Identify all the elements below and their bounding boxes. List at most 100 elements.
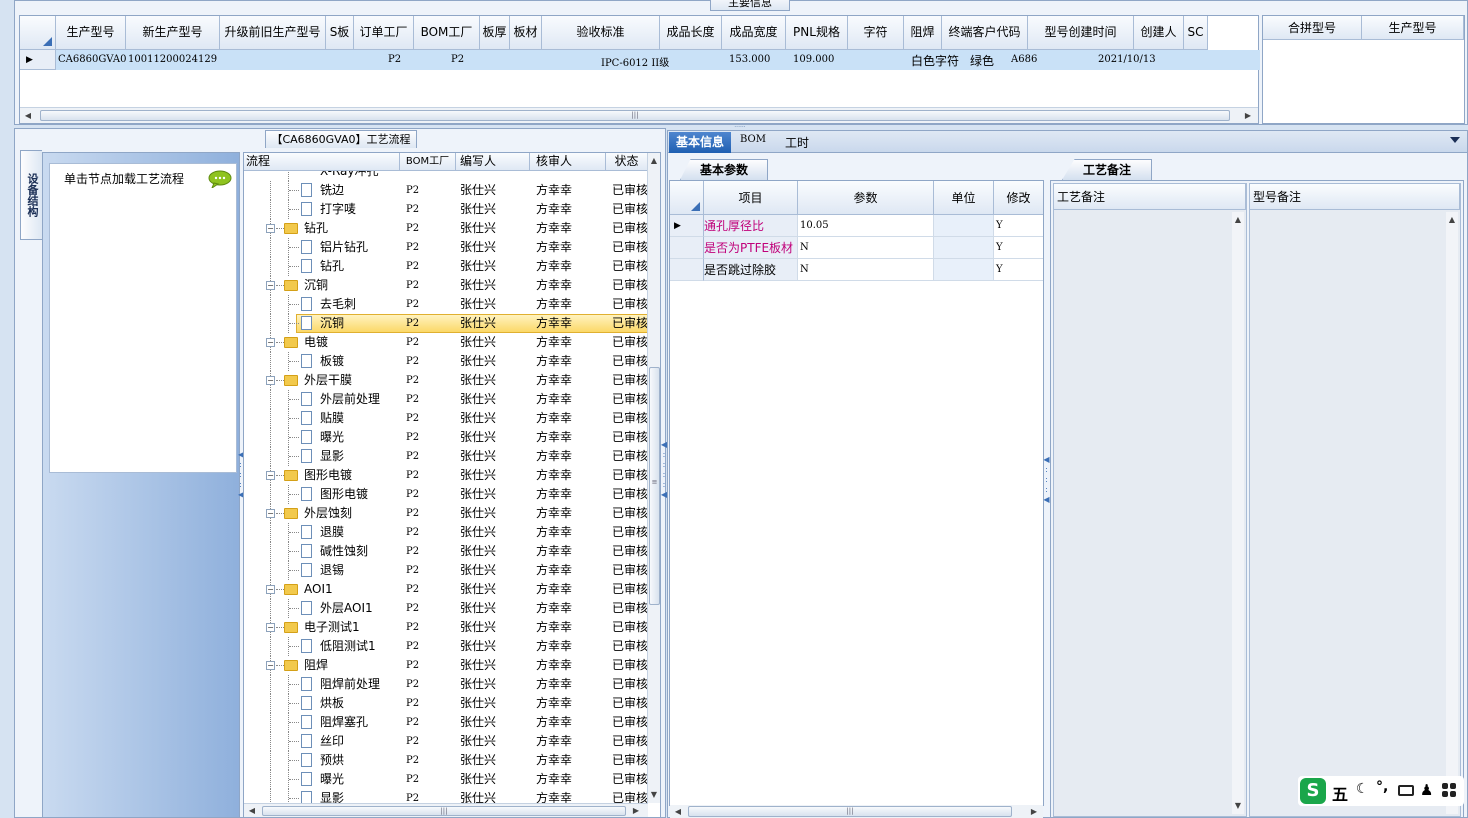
vtab-device-structure[interactable]: 设备结构: [20, 150, 42, 240]
tab-labor-hours[interactable]: 工时: [780, 134, 814, 151]
collapse-icon[interactable]: −: [266, 509, 275, 518]
scroll-thumb[interactable]: |||: [262, 806, 626, 816]
col-reviewer[interactable]: 核审人: [530, 153, 606, 171]
tree-row[interactable]: 沉铜 P2 张仕兴 方幸幸 已审核: [244, 314, 648, 333]
param-item[interactable]: 是否跳过除胶: [704, 259, 798, 281]
tree-row[interactable]: 退锡 P2 张仕兴 方幸幸 已审核: [244, 561, 648, 580]
param-unit[interactable]: [934, 259, 994, 281]
col-status[interactable]: 状态: [606, 153, 648, 171]
scroll-thumb[interactable]: ≡: [649, 367, 660, 605]
tree-row[interactable]: 板镀 P2 张仕兴 方幸幸 已审核: [244, 352, 648, 371]
scroll-right-icon[interactable]: ▶: [1242, 110, 1254, 122]
tree-row[interactable]: 曝光 P2 张仕兴 方幸幸 已审核: [244, 428, 648, 447]
ime-mode[interactable]: 五: [1332, 781, 1348, 805]
scroll-left-icon[interactable]: ◀: [672, 806, 684, 818]
user-icon[interactable]: ♟: [1420, 781, 1433, 799]
params-corner[interactable]: [670, 181, 704, 215]
tree-row[interactable]: 低阻测试1 P2 张仕兴 方幸幸 已审核: [244, 637, 648, 656]
param-unit[interactable]: [934, 215, 994, 237]
collapse-icon[interactable]: −: [266, 224, 275, 233]
param-edit[interactable]: Y: [994, 259, 1043, 281]
tree-row[interactable]: 去毛刺 P2 张仕兴 方幸幸 已审核: [244, 295, 648, 314]
tree-row[interactable]: 铝片钻孔 P2 张仕兴 方幸幸 已审核: [244, 238, 648, 257]
subtab-process-notes[interactable]: 工艺备注: [1062, 159, 1152, 180]
tree-row[interactable]: − 外层蚀刻 P2 张仕兴 方幸幸 已审核: [244, 504, 648, 523]
collapse-icon[interactable]: −: [266, 281, 275, 290]
tree-row[interactable]: 贴膜 P2 张仕兴 方幸幸 已审核: [244, 409, 648, 428]
scroll-up-icon[interactable]: ▲: [1232, 214, 1244, 226]
col-header[interactable]: 成品长度: [660, 16, 722, 50]
col-header[interactable]: 型号创建时间: [1028, 16, 1134, 50]
tree-row[interactable]: 外层前处理 P2 张仕兴 方幸幸 已审核: [244, 390, 648, 409]
tree-row[interactable]: 阻焊前处理 P2 张仕兴 方幸幸 已审核: [244, 675, 648, 694]
note-vscroll[interactable]: ▲ ▼: [1232, 212, 1244, 814]
col-header[interactable]: 订单工厂: [354, 16, 414, 50]
col-header[interactable]: BOM工厂: [414, 16, 480, 50]
horizontal-scrollbar[interactable]: ◀ ||| ▶: [20, 107, 1258, 123]
param-edit[interactable]: Y: [994, 215, 1043, 237]
col-header[interactable]: SC: [1184, 16, 1208, 50]
param-value[interactable]: N: [798, 259, 934, 281]
col-header[interactable]: S板: [326, 16, 354, 50]
col-header[interactable]: 新生产型号: [126, 16, 220, 50]
tree-row[interactable]: 阻焊塞孔 P2 张仕兴 方幸幸 已审核: [244, 713, 648, 732]
col-param[interactable]: 参数: [798, 181, 934, 215]
col-prod-model[interactable]: 生产型号: [1362, 16, 1464, 40]
scroll-right-icon[interactable]: ▶: [1028, 806, 1040, 818]
scroll-down-icon[interactable]: ▼: [1232, 800, 1244, 812]
flow-vscroll[interactable]: ▲ ≡ ▼: [647, 153, 660, 803]
tree-row[interactable]: 丝印 P2 张仕兴 方幸幸 已审核: [244, 732, 648, 751]
param-item[interactable]: 是否为PTFE板材: [704, 237, 798, 259]
tree-row[interactable]: − 电镀 P2 张仕兴 方幸幸 已审核: [244, 333, 648, 352]
tree-row[interactable]: 外层AOI1 P2 张仕兴 方幸幸 已审核: [244, 599, 648, 618]
col-header[interactable]: 成品宽度: [722, 16, 786, 50]
params-hscroll[interactable]: ◀ ||| ▶: [670, 805, 1043, 818]
tree-row[interactable]: 预烘 P2 张仕兴 方幸幸 已审核: [244, 751, 648, 770]
collapse-icon[interactable]: −: [266, 338, 275, 347]
col-header[interactable]: 字符: [848, 16, 904, 50]
scroll-up-icon[interactable]: ▲: [1446, 214, 1458, 226]
tree-row[interactable]: 碱性蚀刻 P2 张仕兴 方幸幸 已审核: [244, 542, 648, 561]
tree-row[interactable]: − 图形电镀 P2 张仕兴 方幸幸 已审核: [244, 466, 648, 485]
scroll-down-icon[interactable]: ▼: [648, 789, 660, 801]
col-unit[interactable]: 单位: [934, 181, 994, 215]
col-flow[interactable]: 流程: [244, 153, 400, 171]
tree-row[interactable]: 显影 P2 张仕兴 方幸幸 已审核: [244, 789, 648, 803]
tree-row[interactable]: − 钻孔 P2 张仕兴 方幸幸 已审核: [244, 219, 648, 238]
tree-row[interactable]: − AOI1 P2 张仕兴 方幸幸 已审核: [244, 580, 648, 599]
collapse-icon[interactable]: −: [266, 661, 275, 670]
list-item[interactable]: X-Ray冲孔: [244, 171, 644, 181]
param-edit[interactable]: Y: [994, 237, 1043, 259]
splitter-handle[interactable]: ......: [722, 123, 758, 129]
subtab-basic-params[interactable]: 基本参数: [680, 159, 768, 180]
grid-icon[interactable]: [1442, 783, 1456, 797]
collapse-icon[interactable]: −: [266, 376, 275, 385]
col-header[interactable]: 板厚: [480, 16, 510, 50]
col-header[interactable]: 板材: [510, 16, 542, 50]
param-unit[interactable]: [934, 237, 994, 259]
scroll-left-icon[interactable]: ◀: [246, 805, 258, 817]
col-header[interactable]: 升级前旧生产型号: [220, 16, 326, 50]
table-row[interactable]: CA6860GVA0 10011200024129 P2 P2 IPC-6012…: [56, 50, 1260, 70]
scroll-right-icon[interactable]: ▶: [630, 805, 642, 817]
tree-row[interactable]: − 外层干膜 P2 张仕兴 方幸幸 已审核: [244, 371, 648, 390]
grid-corner[interactable]: [20, 16, 56, 50]
col-header[interactable]: 验收标准: [542, 16, 660, 50]
device-tree[interactable]: 单击节点加载工艺流程: [49, 163, 237, 473]
ime-toolbar[interactable]: S 五 ☾ °, ♟: [1298, 776, 1464, 806]
col-header[interactable]: 生产型号: [56, 16, 126, 50]
moon-icon[interactable]: ☾: [1356, 781, 1369, 797]
scroll-thumb[interactable]: |||: [40, 110, 1230, 121]
tree-row[interactable]: − 电子测试1 P2 张仕兴 方幸幸 已审核: [244, 618, 648, 637]
col-item[interactable]: 项目: [704, 181, 798, 215]
tree-row[interactable]: − 阻焊 P2 张仕兴 方幸幸 已审核: [244, 656, 648, 675]
right-splitter[interactable]: ◀::: ◀: [1043, 455, 1050, 525]
tree-row[interactable]: 曝光 P2 张仕兴 方幸幸 已审核: [244, 770, 648, 789]
note-vscroll[interactable]: ▲: [1446, 212, 1458, 814]
collapse-icon[interactable]: −: [266, 585, 275, 594]
tree-row[interactable]: 图形电镀 P2 张仕兴 方幸幸 已审核: [244, 485, 648, 504]
col-header[interactable]: 创建人: [1134, 16, 1184, 50]
tree-row[interactable]: 铣边 P2 张仕兴 方幸幸 已审核: [244, 181, 648, 200]
col-writer[interactable]: 编写人: [456, 153, 530, 171]
col-header[interactable]: 终端客户代码: [942, 16, 1028, 50]
